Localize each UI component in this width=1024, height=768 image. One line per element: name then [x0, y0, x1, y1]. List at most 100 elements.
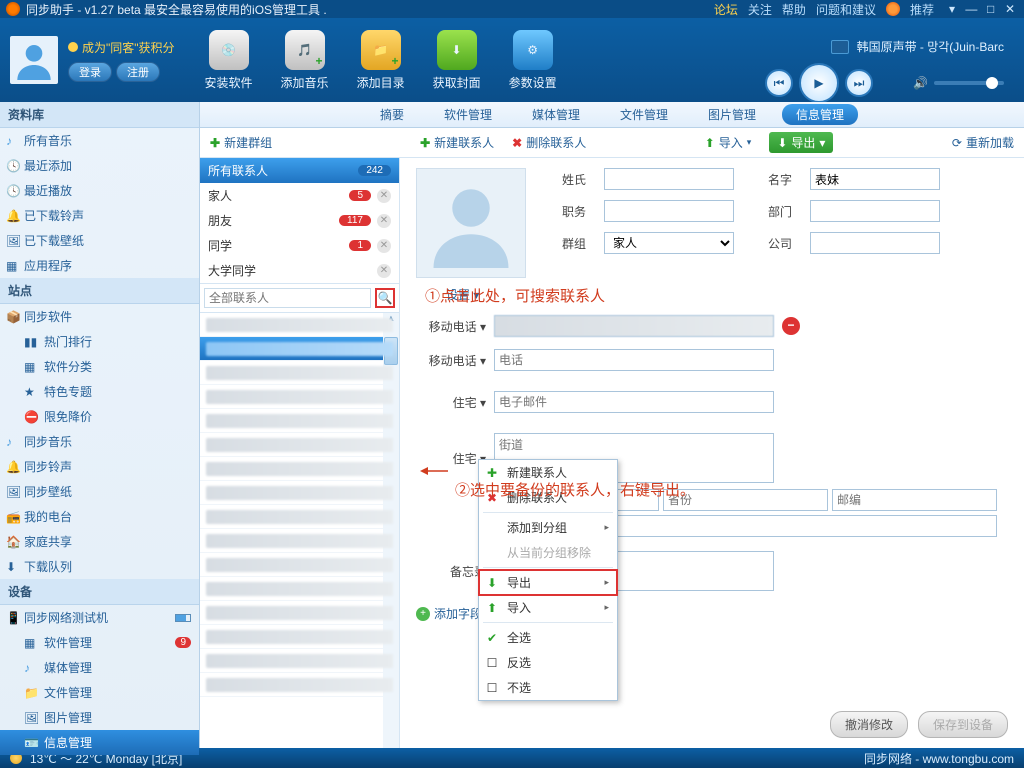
ctx-export[interactable]: ⬇导出▸ [479, 570, 617, 595]
ctx-import[interactable]: ⬆导入▸ [479, 595, 617, 620]
tab-summary[interactable]: 摘要 [366, 104, 418, 125]
btn-new-group[interactable]: ✚新建群组 [210, 134, 272, 151]
list-item[interactable] [200, 625, 399, 649]
toolbar-config[interactable]: ⚙参数设置 [509, 30, 557, 91]
sidebar-dev-media[interactable]: ♪媒体管理 [0, 655, 199, 680]
input-company[interactable] [810, 232, 940, 254]
ctx-add-to-group[interactable]: 添加到分组▸ [479, 515, 617, 540]
tab-software[interactable]: 软件管理 [430, 104, 506, 125]
delete-group-icon[interactable]: ✕ [377, 239, 391, 253]
group-family[interactable]: 家人5✕ [200, 183, 399, 208]
list-item[interactable] [200, 337, 399, 361]
link-follow[interactable]: 关注 [748, 1, 772, 18]
sidebar-all-music[interactable]: ♪所有音乐 [0, 128, 199, 153]
user-avatar[interactable] [10, 36, 58, 84]
sidebar-dev-info[interactable]: 🪪信息管理 [0, 730, 199, 755]
group-friends[interactable]: 朋友117✕ [200, 208, 399, 233]
sidebar-homeshare[interactable]: 🏠家庭共享 [0, 529, 199, 554]
search-input[interactable] [204, 288, 371, 308]
sidebar-dev-files[interactable]: 📁文件管理 [0, 680, 199, 705]
ctx-del-contact[interactable]: ✖删除联系人 [479, 485, 617, 510]
list-item[interactable] [200, 313, 399, 337]
minimize-icon[interactable]: — [963, 2, 979, 16]
sidebar-recent-add[interactable]: 🕓最近添加 [0, 153, 199, 178]
link-feedback[interactable]: 问题和建议 [816, 1, 876, 18]
list-item[interactable] [200, 481, 399, 505]
group-college[interactable]: 大学同学✕ [200, 258, 399, 283]
list-item[interactable] [200, 457, 399, 481]
sidebar-recent-play[interactable]: 🕓最近播放 [0, 178, 199, 203]
tab-media[interactable]: 媒体管理 [518, 104, 594, 125]
btn-reload[interactable]: ⟳重新加载 [952, 134, 1014, 151]
tab-info[interactable]: 信息管理 [782, 104, 858, 125]
link-forum[interactable]: 论坛 [714, 1, 738, 18]
delete-group-icon[interactable]: ✕ [377, 214, 391, 228]
sidebar-device-root[interactable]: ▾📱同步网络测试机 [0, 605, 199, 630]
list-item[interactable] [200, 505, 399, 529]
sidebar-sync-music[interactable]: ♪同步音乐 [0, 429, 199, 454]
sidebar-dev-software[interactable]: ▦软件管理9 [0, 630, 199, 655]
delete-group-icon[interactable]: ✕ [377, 189, 391, 203]
link-help[interactable]: 帮助 [782, 1, 806, 18]
play-button[interactable]: ▶ [799, 63, 839, 103]
maximize-icon[interactable]: □ [983, 2, 999, 16]
sidebar-apps[interactable]: ▦应用程序 [0, 253, 199, 278]
list-item[interactable] [200, 433, 399, 457]
list-item[interactable] [200, 649, 399, 673]
sidebar-site-root[interactable]: ▾📦同步软件 [0, 304, 199, 329]
sidebar-featured[interactable]: ★特色专题 [0, 379, 199, 404]
sidebar-sync-wall[interactable]: 🖼同步壁纸 [0, 479, 199, 504]
ctx-select-none[interactable]: ☐不选 [479, 675, 617, 700]
link-recommend[interactable]: 推荐 [910, 1, 934, 18]
prev-button[interactable]: ⏮ [765, 69, 793, 97]
toolbar-cover[interactable]: ⬇获取封面 [433, 30, 481, 91]
sidebar-dlqueue[interactable]: ⬇下载队列 [0, 554, 199, 579]
sidebar-sync-ring[interactable]: 🔔同步铃声 [0, 454, 199, 479]
input-firstname[interactable] [810, 168, 940, 190]
input-mobile2[interactable] [494, 349, 774, 371]
ctx-new-contact[interactable]: ✚新建联系人 [479, 460, 617, 485]
group-all[interactable]: 所有联系人242 [200, 158, 399, 183]
tab-files[interactable]: 文件管理 [606, 104, 682, 125]
input-email[interactable] [494, 391, 774, 413]
btn-new-contact[interactable]: ✚新建联系人 [420, 134, 494, 151]
ctx-select-invert[interactable]: ☐反选 [479, 650, 617, 675]
settings-dropdown-icon[interactable]: ▾ [944, 2, 960, 16]
settings-link[interactable]: 设置 ▾ [446, 286, 1008, 303]
list-item[interactable] [200, 385, 399, 409]
list-item[interactable] [200, 553, 399, 577]
input-province[interactable] [663, 489, 828, 511]
next-button[interactable]: ⏭ [845, 69, 873, 97]
remove-field-icon[interactable]: − [782, 317, 800, 335]
contact-photo[interactable] [416, 168, 526, 278]
input-dept[interactable] [810, 200, 940, 222]
sidebar-dl-ring[interactable]: 🔔已下载铃声 [0, 203, 199, 228]
group-classmates[interactable]: 同学1✕ [200, 233, 399, 258]
btn-import[interactable]: ⬆导入▾ [705, 134, 752, 151]
weibo-icon[interactable] [886, 2, 900, 16]
input-zip[interactable] [832, 489, 997, 511]
toolbar-adddir[interactable]: 📁添加目录 [357, 30, 405, 91]
search-icon[interactable]: 🔍 [375, 288, 395, 308]
list-item[interactable] [200, 361, 399, 385]
cancel-button[interactable]: 撤消修改 [830, 711, 908, 738]
sidebar-freedrop[interactable]: ⛔限免降价 [0, 404, 199, 429]
close-icon[interactable]: ✕ [1002, 2, 1018, 16]
list-item[interactable] [200, 577, 399, 601]
contact-list[interactable]: ▲ [200, 313, 399, 748]
sidebar-my-radio[interactable]: 📻我的电台 [0, 504, 199, 529]
login-button[interactable]: 登录 [68, 62, 112, 82]
btn-del-contact[interactable]: ✖删除联系人 [512, 134, 586, 151]
sidebar-hotrank[interactable]: ▮▮热门排行 [0, 329, 199, 354]
ctx-select-all[interactable]: ✔全选 [479, 625, 617, 650]
input-lastname[interactable] [604, 168, 734, 190]
sidebar-categories[interactable]: ▦软件分类 [0, 354, 199, 379]
tab-photos[interactable]: 图片管理 [694, 104, 770, 125]
volume-slider[interactable]: 🔊 [913, 76, 1004, 90]
save-button[interactable]: 保存到设备 [918, 711, 1008, 738]
list-item[interactable] [200, 529, 399, 553]
list-item[interactable] [200, 601, 399, 625]
btn-export[interactable]: ⬇导出▾ [769, 132, 833, 153]
sidebar-dev-photos[interactable]: 🖼图片管理 [0, 705, 199, 730]
toolbar-install[interactable]: 💿安装软件 [205, 30, 253, 91]
